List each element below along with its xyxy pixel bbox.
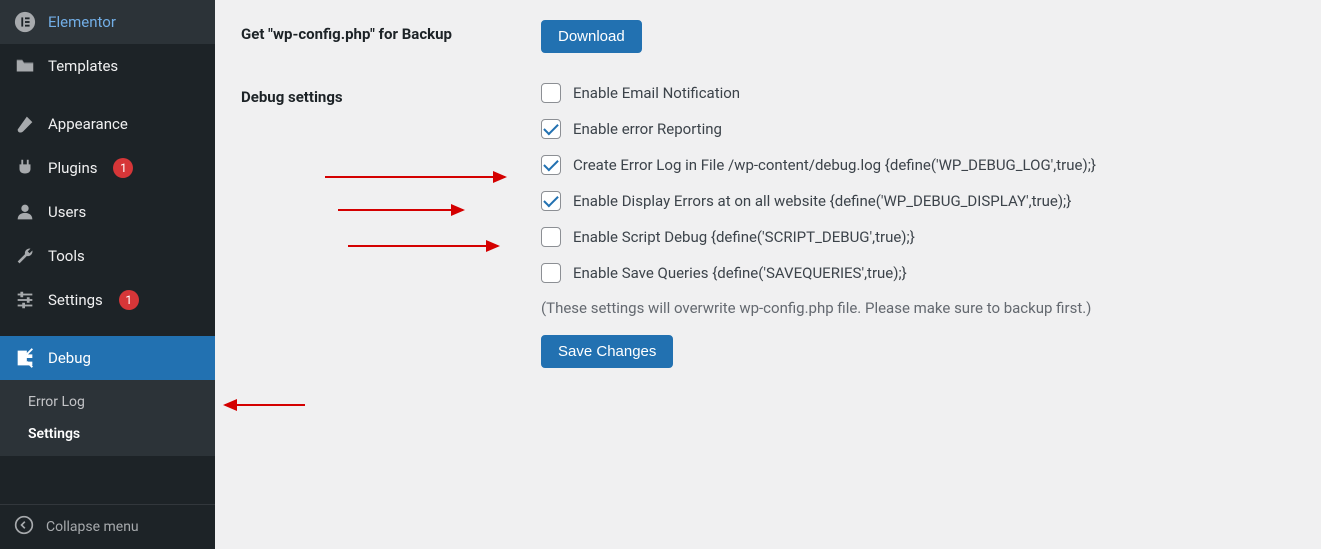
sidebar-item-label: Settings bbox=[48, 291, 103, 309]
check-row-email-notification: Enable Email Notification bbox=[541, 83, 1295, 103]
sidebar-item-label: Appearance bbox=[48, 115, 128, 133]
annotation-arrow bbox=[348, 245, 498, 247]
settings-page: Get "wp-config.php" for Backup Download … bbox=[215, 0, 1321, 549]
save-changes-button[interactable]: Save Changes bbox=[541, 335, 673, 368]
annotation-arrow bbox=[338, 209, 463, 211]
folder-icon bbox=[14, 55, 36, 77]
sidebar-item-label: Debug bbox=[48, 349, 91, 367]
user-icon bbox=[14, 201, 36, 223]
sidebar-item-label: Templates bbox=[48, 57, 118, 75]
elementor-icon bbox=[14, 11, 36, 33]
checkbox-label: Enable Display Errors at on all website … bbox=[573, 192, 1071, 210]
plug-icon bbox=[14, 157, 36, 179]
checkbox-display-errors[interactable] bbox=[541, 191, 561, 211]
annotation-arrow bbox=[225, 404, 305, 406]
check-row-error-log: Create Error Log in File /wp-content/deb… bbox=[541, 155, 1295, 175]
collapse-label: Collapse menu bbox=[46, 519, 139, 535]
check-row-save-queries: Enable Save Queries {define('SAVEQUERIES… bbox=[541, 263, 1295, 283]
debug-settings-checkboxes: Enable Email Notification Enable error R… bbox=[541, 83, 1295, 368]
submenu-item-settings[interactable]: Settings bbox=[0, 418, 215, 450]
sidebar-item-templates[interactable]: Templates bbox=[0, 44, 215, 88]
sliders-icon bbox=[14, 289, 36, 311]
checkbox-label: Enable Email Notification bbox=[573, 84, 740, 102]
check-row-error-reporting: Enable error Reporting bbox=[541, 119, 1295, 139]
sidebar-item-users[interactable]: Users bbox=[0, 190, 215, 234]
settings-hint: (These settings will overwrite wp-config… bbox=[541, 299, 1295, 317]
sidebar-item-label: Tools bbox=[48, 247, 85, 265]
checkbox-save-queries[interactable] bbox=[541, 263, 561, 283]
sidebar-item-debug[interactable]: Debug bbox=[0, 336, 215, 380]
sidebar-item-label: Users bbox=[48, 203, 86, 221]
sidebar-item-label: Plugins bbox=[48, 159, 97, 177]
submenu-item-error-log[interactable]: Error Log bbox=[0, 386, 215, 418]
update-badge: 1 bbox=[119, 290, 139, 310]
collapse-icon bbox=[14, 515, 34, 539]
update-badge: 1 bbox=[113, 158, 133, 178]
row-backup: Get "wp-config.php" for Backup Download bbox=[241, 20, 1295, 53]
check-row-display-errors: Enable Display Errors at on all website … bbox=[541, 191, 1295, 211]
sidebar-item-settings[interactable]: Settings 1 bbox=[0, 278, 215, 322]
checkbox-script-debug[interactable] bbox=[541, 227, 561, 247]
sidebar-item-appearance[interactable]: Appearance bbox=[0, 102, 215, 146]
check-row-script-debug: Enable Script Debug {define('SCRIPT_DEBU… bbox=[541, 227, 1295, 247]
collapse-menu[interactable]: Collapse menu bbox=[0, 504, 215, 549]
checkbox-label: Enable Script Debug {define('SCRIPT_DEBU… bbox=[573, 228, 915, 246]
row-debug-settings: Debug settings Enable Email Notification… bbox=[241, 83, 1295, 368]
admin-sidebar: Elementor Templates Appearance Plugins 1… bbox=[0, 0, 215, 549]
checkbox-label: Enable Save Queries {define('SAVEQUERIES… bbox=[573, 264, 907, 282]
checkbox-error-reporting[interactable] bbox=[541, 119, 561, 139]
sidebar-item-label: Elementor bbox=[48, 13, 116, 31]
sidebar-item-tools[interactable]: Tools bbox=[0, 234, 215, 278]
checkbox-email-notification[interactable] bbox=[541, 83, 561, 103]
checkbox-error-log[interactable] bbox=[541, 155, 561, 175]
debug-submenu: Error Log Settings bbox=[0, 380, 215, 456]
backup-label: Get "wp-config.php" for Backup bbox=[241, 20, 541, 45]
checkbox-label: Create Error Log in File /wp-content/deb… bbox=[573, 156, 1096, 174]
sidebar-item-elementor[interactable]: Elementor bbox=[0, 0, 215, 44]
checkbox-label: Enable error Reporting bbox=[573, 120, 722, 138]
debug-icon bbox=[14, 347, 36, 369]
sidebar-item-plugins[interactable]: Plugins 1 bbox=[0, 146, 215, 190]
download-button[interactable]: Download bbox=[541, 20, 642, 53]
annotation-arrow bbox=[325, 176, 505, 178]
wrench-icon bbox=[14, 245, 36, 267]
brush-icon bbox=[14, 113, 36, 135]
debug-settings-label: Debug settings bbox=[241, 83, 541, 108]
